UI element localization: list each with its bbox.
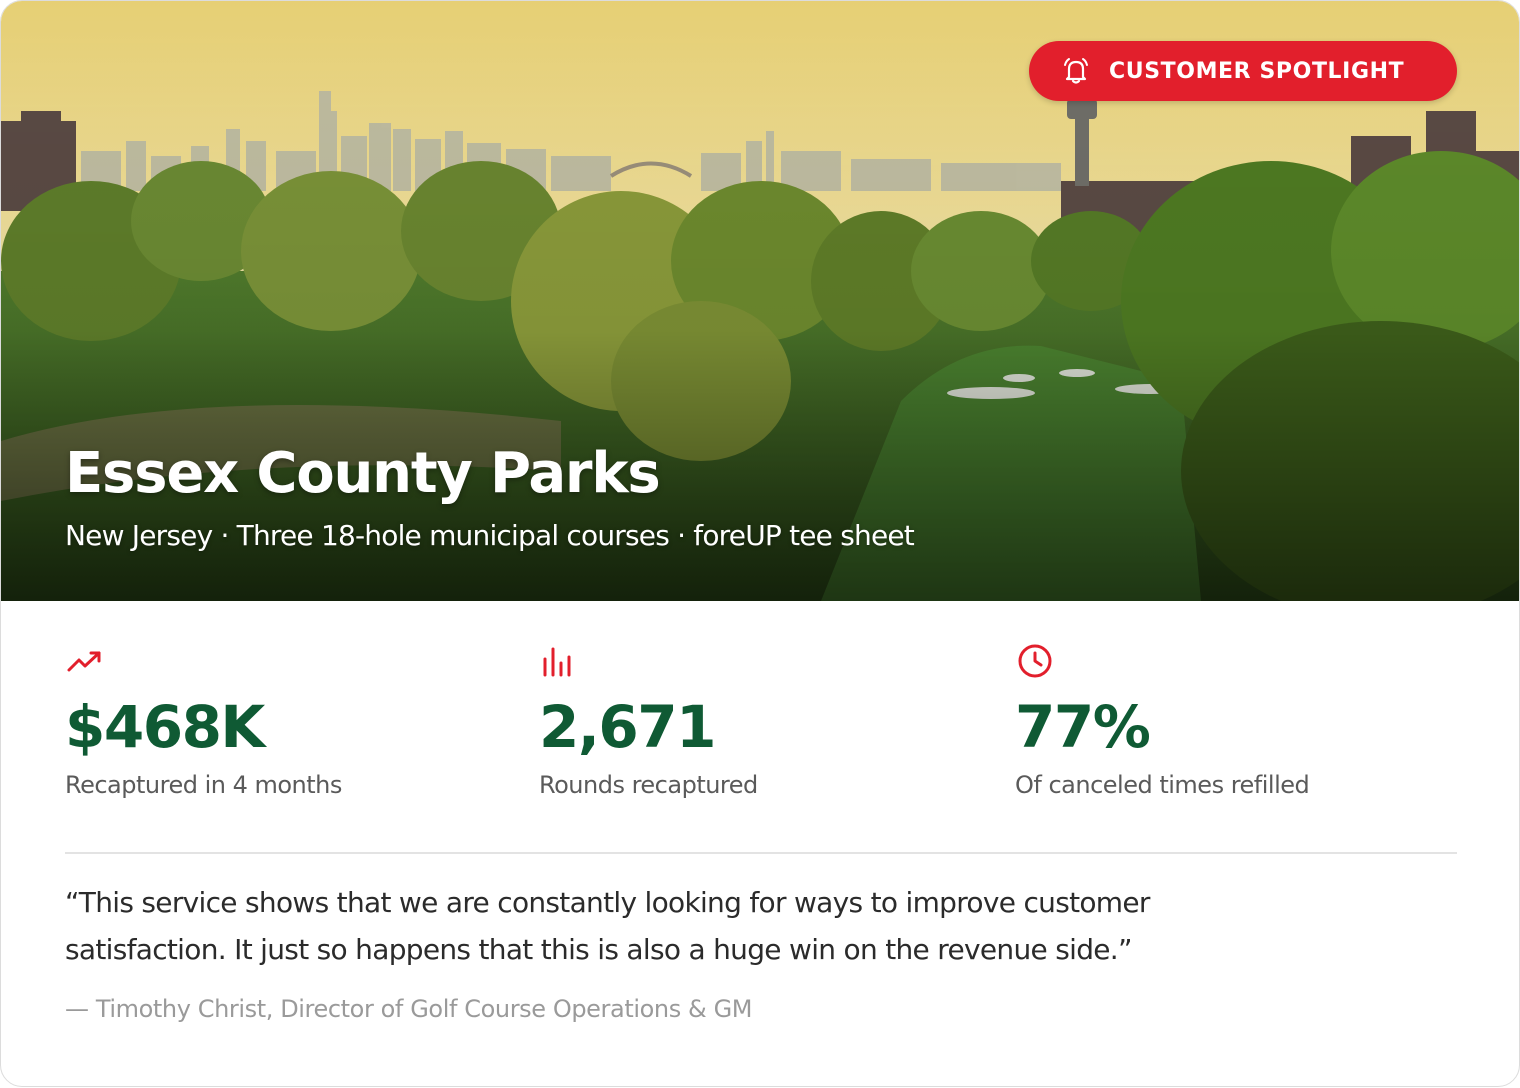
stat-value: $468K bbox=[65, 693, 265, 761]
section-divider bbox=[65, 852, 1457, 854]
stat-label: Rounds recaptured bbox=[539, 771, 758, 799]
stat-label: Of canceled times refilled bbox=[1015, 771, 1310, 799]
testimonial-attribution: — Timothy Christ, Director of Golf Cours… bbox=[65, 995, 753, 1023]
hero-banner: CUSTOMER SPOTLIGHT Essex County Parks Ne… bbox=[1, 1, 1519, 601]
badge-label: CUSTOMER SPOTLIGHT bbox=[1109, 58, 1405, 84]
customer-spotlight-badge: CUSTOMER SPOTLIGHT bbox=[1029, 41, 1457, 101]
clock-icon bbox=[1018, 644, 1052, 678]
customer-spotlight-card: CUSTOMER SPOTLIGHT Essex County Parks Ne… bbox=[0, 0, 1520, 1087]
stats-row: $468K Recaptured in 4 months 2,671 Round… bbox=[1, 601, 1519, 851]
testimonial-quote: “This service shows that we are constant… bbox=[65, 886, 1150, 966]
hero-subtitle: New Jersey · Three 18-hole municipal cou… bbox=[65, 519, 915, 552]
trending-up-icon bbox=[67, 651, 101, 672]
page-title: Essex County Parks bbox=[65, 441, 661, 506]
stat-value: 77% bbox=[1015, 693, 1151, 761]
bar-chart-icon bbox=[543, 647, 571, 677]
stat-label: Recaptured in 4 months bbox=[65, 771, 342, 799]
bell-icon bbox=[1064, 58, 1088, 84]
stat-value: 2,671 bbox=[539, 693, 716, 761]
